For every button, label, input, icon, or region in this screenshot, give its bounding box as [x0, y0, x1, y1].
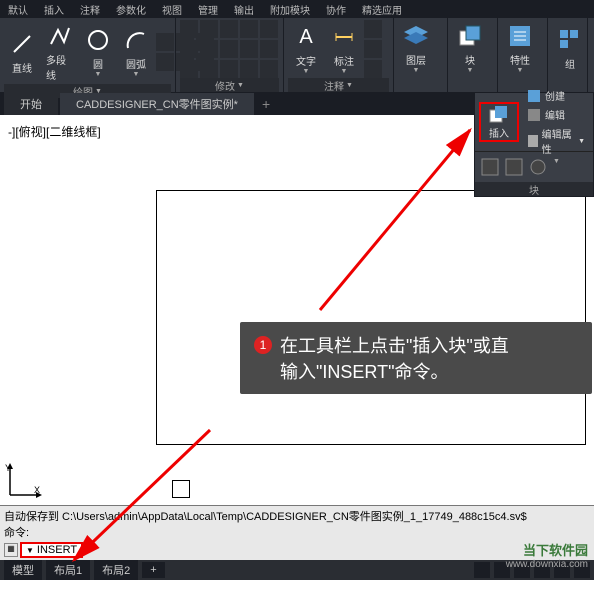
model-tab[interactable]: 模型 [4, 560, 42, 580]
block-dropdown-panel: 插入 创建 编辑 编辑属性▼ ▼ 块 [474, 92, 594, 197]
watermark: 当下软件园 www.downxia.com [506, 540, 588, 570]
layout1-tab[interactable]: 布局1 [46, 560, 90, 580]
modify-group-label[interactable]: 修改 [180, 78, 279, 92]
properties-tool[interactable]: 特性▼ [502, 20, 538, 76]
rotate-icon[interactable] [200, 20, 218, 38]
instruction-callout: 1 在工具栏上点击"插入块"或直 输入"INSERT"命令。 [240, 322, 592, 394]
ribbon-tab[interactable]: 精选应用 [354, 0, 410, 18]
layout2-tab[interactable]: 布局2 [94, 560, 138, 580]
trim-icon[interactable] [220, 20, 238, 38]
cloud-icon[interactable] [364, 60, 382, 78]
move-icon[interactable] [180, 20, 198, 38]
dimension-tool[interactable]: 标注▼ [326, 21, 362, 77]
offset-icon[interactable] [240, 60, 258, 78]
ribbon-tab[interactable]: 管理 [190, 0, 226, 18]
drawing-square [172, 480, 190, 498]
cmd-history-line: 自动保存到 C:\Users\admin\AppData\Local\Temp\… [4, 508, 590, 524]
chamfer-icon[interactable] [240, 40, 258, 58]
ribbon-tab-bar: 默认 插入 注释 参数化 视图 管理 输出 附加模块 协作 精选应用 [0, 0, 594, 18]
ribbon-tab[interactable]: 输出 [226, 0, 262, 18]
annotate-more[interactable] [364, 20, 382, 78]
erase-icon[interactable] [260, 20, 278, 38]
cmd-history-prompt: 命令: [4, 524, 590, 540]
edit-attrib-item[interactable]: 编辑属性▼ [523, 124, 589, 158]
doc-tab-start[interactable]: 开始 [4, 93, 58, 115]
block-tool[interactable]: 块▼ [452, 20, 488, 76]
circle-tool[interactable]: 圆▼ [80, 24, 116, 80]
text-tool[interactable]: A文字▼ [288, 21, 324, 77]
add-layout-button[interactable]: + [142, 562, 164, 578]
callout-number: 1 [254, 336, 272, 354]
explode-icon[interactable] [260, 40, 278, 58]
polyline-tool[interactable]: 多段线 [42, 20, 78, 84]
cmd-menu-icon[interactable]: ▦ [4, 543, 18, 557]
fillet-icon[interactable] [220, 40, 238, 58]
view-control-label[interactable]: -][俯视][二维线框] [8, 123, 101, 140]
new-tab-button[interactable]: + [262, 96, 270, 112]
callout-text-1: 在工具栏上点击"插入块"或直 [280, 332, 509, 358]
attdef-icon[interactable] [481, 158, 499, 176]
align-icon[interactable] [260, 60, 278, 78]
arc-tool[interactable]: 圆弧▼ [118, 24, 154, 80]
extend-icon[interactable] [240, 20, 258, 38]
drawing-rectangle [156, 190, 586, 445]
leader-icon[interactable] [364, 20, 382, 38]
group-tool[interactable]: 组 [552, 24, 588, 73]
ucs-icon: YX [4, 461, 44, 501]
ribbon-tab[interactable]: 注释 [72, 0, 108, 18]
status-icon[interactable] [474, 562, 490, 578]
cmd-input[interactable]: ▼ INSERT [20, 542, 83, 558]
insert-block-button[interactable]: 插入 [479, 102, 519, 142]
cmd-input-text: INSERT [37, 544, 77, 556]
ribbon-tab[interactable]: 附加模块 [262, 0, 318, 18]
annotate-group-label[interactable]: 注释 [288, 78, 389, 92]
line-tool[interactable]: 直线 [4, 28, 40, 77]
ribbon-tab[interactable]: 默认 [0, 0, 36, 18]
create-block-item[interactable]: 创建 [523, 86, 589, 105]
svg-text:X: X [34, 485, 40, 495]
rect-icon[interactable] [156, 33, 174, 51]
array-icon[interactable] [220, 60, 238, 78]
stretch-icon[interactable] [180, 60, 198, 78]
scale-icon[interactable] [200, 60, 218, 78]
copy-icon[interactable] [180, 40, 198, 58]
svg-text:Y: Y [5, 463, 11, 473]
battman-icon[interactable] [529, 158, 547, 176]
hatch-icon[interactable] [156, 53, 174, 71]
doc-tab-file[interactable]: CADDESIGNER_CN零件图实例* [60, 93, 254, 115]
ribbon-tab[interactable]: 视图 [154, 0, 190, 18]
modify-icons[interactable] [180, 20, 278, 78]
ribbon: 直线 多段线 圆▼ 圆弧▼ 绘图 修改 A文字▼ 标注▼ [0, 18, 594, 93]
layers-tool[interactable]: 图层▼ [398, 20, 434, 76]
callout-text-2: 输入"INSERT"命令。 [280, 358, 509, 384]
ribbon-tab[interactable]: 插入 [36, 0, 72, 18]
ribbon-tab[interactable]: 参数化 [108, 0, 154, 18]
attsync-icon[interactable] [505, 158, 523, 176]
table-icon[interactable] [364, 40, 382, 58]
ribbon-tab[interactable]: 协作 [318, 0, 354, 18]
mirror-icon[interactable] [200, 40, 218, 58]
edit-block-item[interactable]: 编辑 [523, 105, 589, 124]
block-panel-label: 块 [475, 182, 593, 196]
